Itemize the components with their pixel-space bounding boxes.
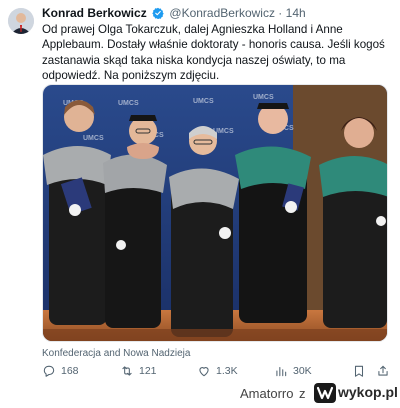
views-count: 30K xyxy=(293,365,312,377)
tweet: Konrad Berkowicz @KonradBerkowicz · 14h … xyxy=(0,0,400,380)
views-button[interactable]: 30K xyxy=(274,364,312,378)
like-icon xyxy=(199,367,209,377)
footer-site: wykop.pl xyxy=(338,384,398,400)
tweet-time[interactable]: 14h xyxy=(286,6,306,20)
backdrop-logo: UMCS xyxy=(193,98,214,105)
header-separator: · xyxy=(278,6,283,20)
watermark-footer: Amatorro z wykop.pl xyxy=(0,380,400,407)
bookmark-button[interactable] xyxy=(352,364,366,378)
reply-count: 168 xyxy=(61,365,79,377)
backdrop-logo: UMCS xyxy=(253,94,274,101)
tweet-photo[interactable]: UMCS UMCS UMCS UMCS UMCS UMCS UMCS UMCS … xyxy=(42,84,388,342)
avatar[interactable] xyxy=(8,8,34,34)
views-icon xyxy=(276,366,287,377)
tweet-header: Konrad Berkowicz @KonradBerkowicz · 14h xyxy=(42,6,306,20)
like-count: 1.3K xyxy=(216,365,238,377)
footer-separator: z xyxy=(299,386,306,401)
like-button[interactable]: 1.3K xyxy=(197,364,238,378)
reply-button[interactable]: 168 xyxy=(42,364,79,378)
footer-user: Amatorro xyxy=(240,386,294,401)
verified-badge-icon xyxy=(152,7,164,19)
media-attribution[interactable]: Konfederacja and Nowa Nadzieja xyxy=(42,348,190,359)
bookmark-icon xyxy=(354,365,364,377)
tweet-text: Od prawej Olga Tokarczuk, dalej Agnieszk… xyxy=(42,23,385,83)
author-name[interactable]: Konrad Berkowicz xyxy=(42,6,147,20)
backdrop-logo: UMCS xyxy=(83,135,104,142)
reply-icon xyxy=(43,365,55,377)
share-icon xyxy=(378,365,388,376)
share-button[interactable] xyxy=(376,364,390,378)
author-handle[interactable]: @KonradBerkowicz xyxy=(169,6,275,20)
retweet-count: 121 xyxy=(139,365,157,377)
retweet-icon xyxy=(122,366,132,376)
retweet-button[interactable]: 121 xyxy=(120,364,157,378)
wykop-logo-icon xyxy=(314,383,336,403)
backdrop-logo: UMCS xyxy=(118,100,139,107)
